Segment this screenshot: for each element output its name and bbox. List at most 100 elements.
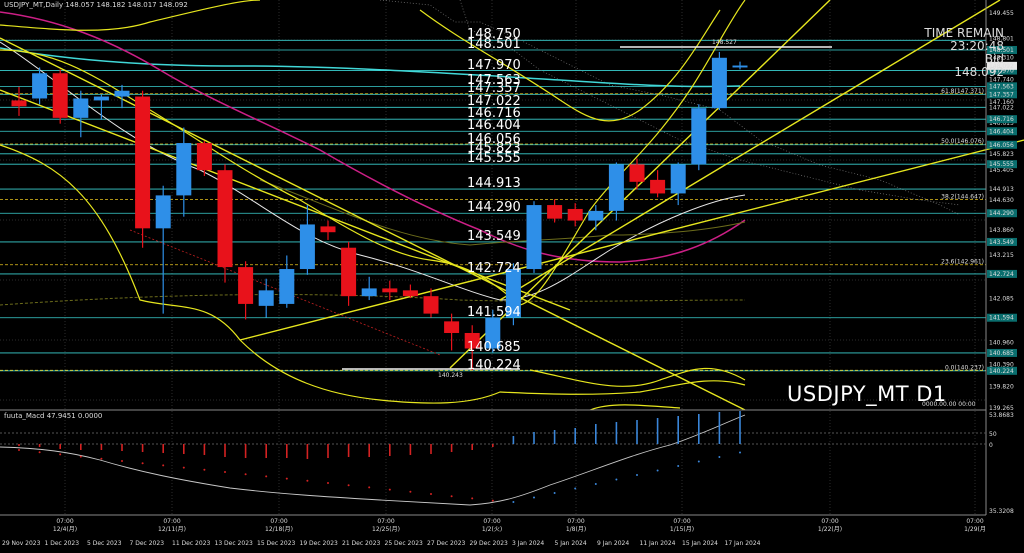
macd-dot xyxy=(491,499,494,502)
hour-tick: 07:00 xyxy=(377,518,394,525)
hour-tick: 07:00 xyxy=(483,518,500,525)
date-tick: 15 Dec 2023 xyxy=(257,540,296,547)
candle[interactable] xyxy=(320,220,336,240)
candle-body xyxy=(320,226,336,233)
macd-dot xyxy=(327,482,329,484)
candle[interactable] xyxy=(402,284,418,299)
macd-signal-line xyxy=(0,414,746,506)
macd-dot xyxy=(18,449,20,451)
candle-body xyxy=(32,73,48,99)
price-tick: 144.630 xyxy=(989,197,1014,204)
price-box-label: 140.685 xyxy=(989,350,1014,357)
candle[interactable] xyxy=(547,199,563,223)
level-label: 142.724 xyxy=(467,260,521,276)
candle-body xyxy=(176,143,192,196)
candle[interactable] xyxy=(11,86,27,116)
price-tick: 144.913 xyxy=(989,186,1014,193)
candle-body xyxy=(52,73,68,118)
candle[interactable] xyxy=(711,51,727,111)
date-tick: 1 Dec 2023 xyxy=(45,540,80,547)
candle-body xyxy=(341,247,357,297)
macd-pane[interactable] xyxy=(0,411,986,506)
candle[interactable] xyxy=(526,201,542,273)
candle[interactable] xyxy=(52,69,68,124)
date-tick: 9 Jan 2024 xyxy=(597,540,629,547)
candle[interactable] xyxy=(444,313,460,351)
time-remain-title: TIME REMAIN xyxy=(924,26,1004,40)
macd-tick: 50 xyxy=(989,431,997,438)
candle[interactable] xyxy=(176,127,192,217)
macd-dot xyxy=(38,451,41,454)
candle[interactable] xyxy=(155,185,171,314)
low-label: 140.243 xyxy=(438,372,463,379)
candlesticks[interactable] xyxy=(11,51,748,371)
macd-dot xyxy=(121,460,123,462)
macd-tick: 0 xyxy=(989,442,993,449)
candle[interactable] xyxy=(629,158,645,190)
level-label: 147.357 xyxy=(467,81,521,97)
price-tick: 147.022 xyxy=(989,104,1014,111)
level-label: 140.224 xyxy=(467,357,521,373)
candle[interactable] xyxy=(732,61,748,70)
candle-body xyxy=(423,296,439,314)
hour-tick: 07:00 xyxy=(270,518,287,525)
macd-dot xyxy=(471,497,474,500)
macd-dot xyxy=(59,453,62,456)
hour-tick: 07:00 xyxy=(673,518,690,525)
level-label: 144.290 xyxy=(467,200,521,216)
macd-dot xyxy=(265,475,268,478)
candle[interactable] xyxy=(73,90,89,138)
hour-tick: 07:00 xyxy=(966,518,983,525)
date-tick: 17 Jan 2024 xyxy=(725,540,761,547)
candle-body xyxy=(361,288,377,297)
candle[interactable] xyxy=(238,261,254,320)
level-label: 140.685 xyxy=(467,339,521,355)
macd-dot xyxy=(615,478,618,481)
candle[interactable] xyxy=(258,278,274,318)
candle[interactable] xyxy=(567,203,583,227)
candle-body xyxy=(691,108,707,165)
day-tick: 12/18(月) xyxy=(265,526,293,533)
price-box-label: 145.555 xyxy=(989,161,1014,168)
candle-body xyxy=(629,164,645,182)
level-label: 145.555 xyxy=(467,151,521,167)
candle[interactable] xyxy=(691,104,707,171)
price-tick: 145.823 xyxy=(989,151,1014,158)
fib-label: 38.2(144.647) xyxy=(941,193,984,200)
macd-dot xyxy=(162,464,165,467)
price-tick: 142.085 xyxy=(989,296,1014,303)
candle-body xyxy=(382,288,398,293)
price-box-label: 146.404 xyxy=(989,128,1014,135)
price-tick: 140.960 xyxy=(989,339,1014,346)
candle[interactable] xyxy=(114,84,130,109)
fib-label: 23.6(142.961) xyxy=(941,259,984,266)
candle-body xyxy=(11,100,27,107)
macd-dot xyxy=(553,492,556,494)
candle[interactable] xyxy=(135,90,151,248)
candle[interactable] xyxy=(650,170,666,198)
candle-body xyxy=(588,210,604,221)
price-box-label: 140.224 xyxy=(989,368,1014,375)
day-tick: 1/2(火) xyxy=(482,526,502,533)
price-box-label: 142.724 xyxy=(989,271,1014,278)
chart-header: USDJPY_MT,Daily 148.057 148.182 148.017 … xyxy=(4,1,188,9)
candle-body xyxy=(238,267,254,304)
price-box-label: 144.290 xyxy=(989,210,1014,217)
candle[interactable] xyxy=(217,164,233,283)
candle[interactable] xyxy=(341,241,357,306)
ma-cyan xyxy=(0,47,741,88)
price-box-label: 146.716 xyxy=(989,116,1014,123)
candle[interactable] xyxy=(279,255,295,308)
candle-body xyxy=(299,224,315,270)
macd-dot xyxy=(203,468,206,471)
candle-body xyxy=(155,195,171,229)
candle[interactable] xyxy=(299,205,315,275)
candle-body xyxy=(93,96,109,101)
candle-body xyxy=(73,98,89,118)
day-tick: 12/25(月) xyxy=(372,526,400,533)
date-tick: 21 Dec 2023 xyxy=(342,540,381,547)
macd-dot xyxy=(512,501,515,503)
hour-tick: 07:00 xyxy=(56,518,73,525)
candle[interactable] xyxy=(670,162,686,206)
date-tick: 25 Dec 2023 xyxy=(385,540,424,547)
